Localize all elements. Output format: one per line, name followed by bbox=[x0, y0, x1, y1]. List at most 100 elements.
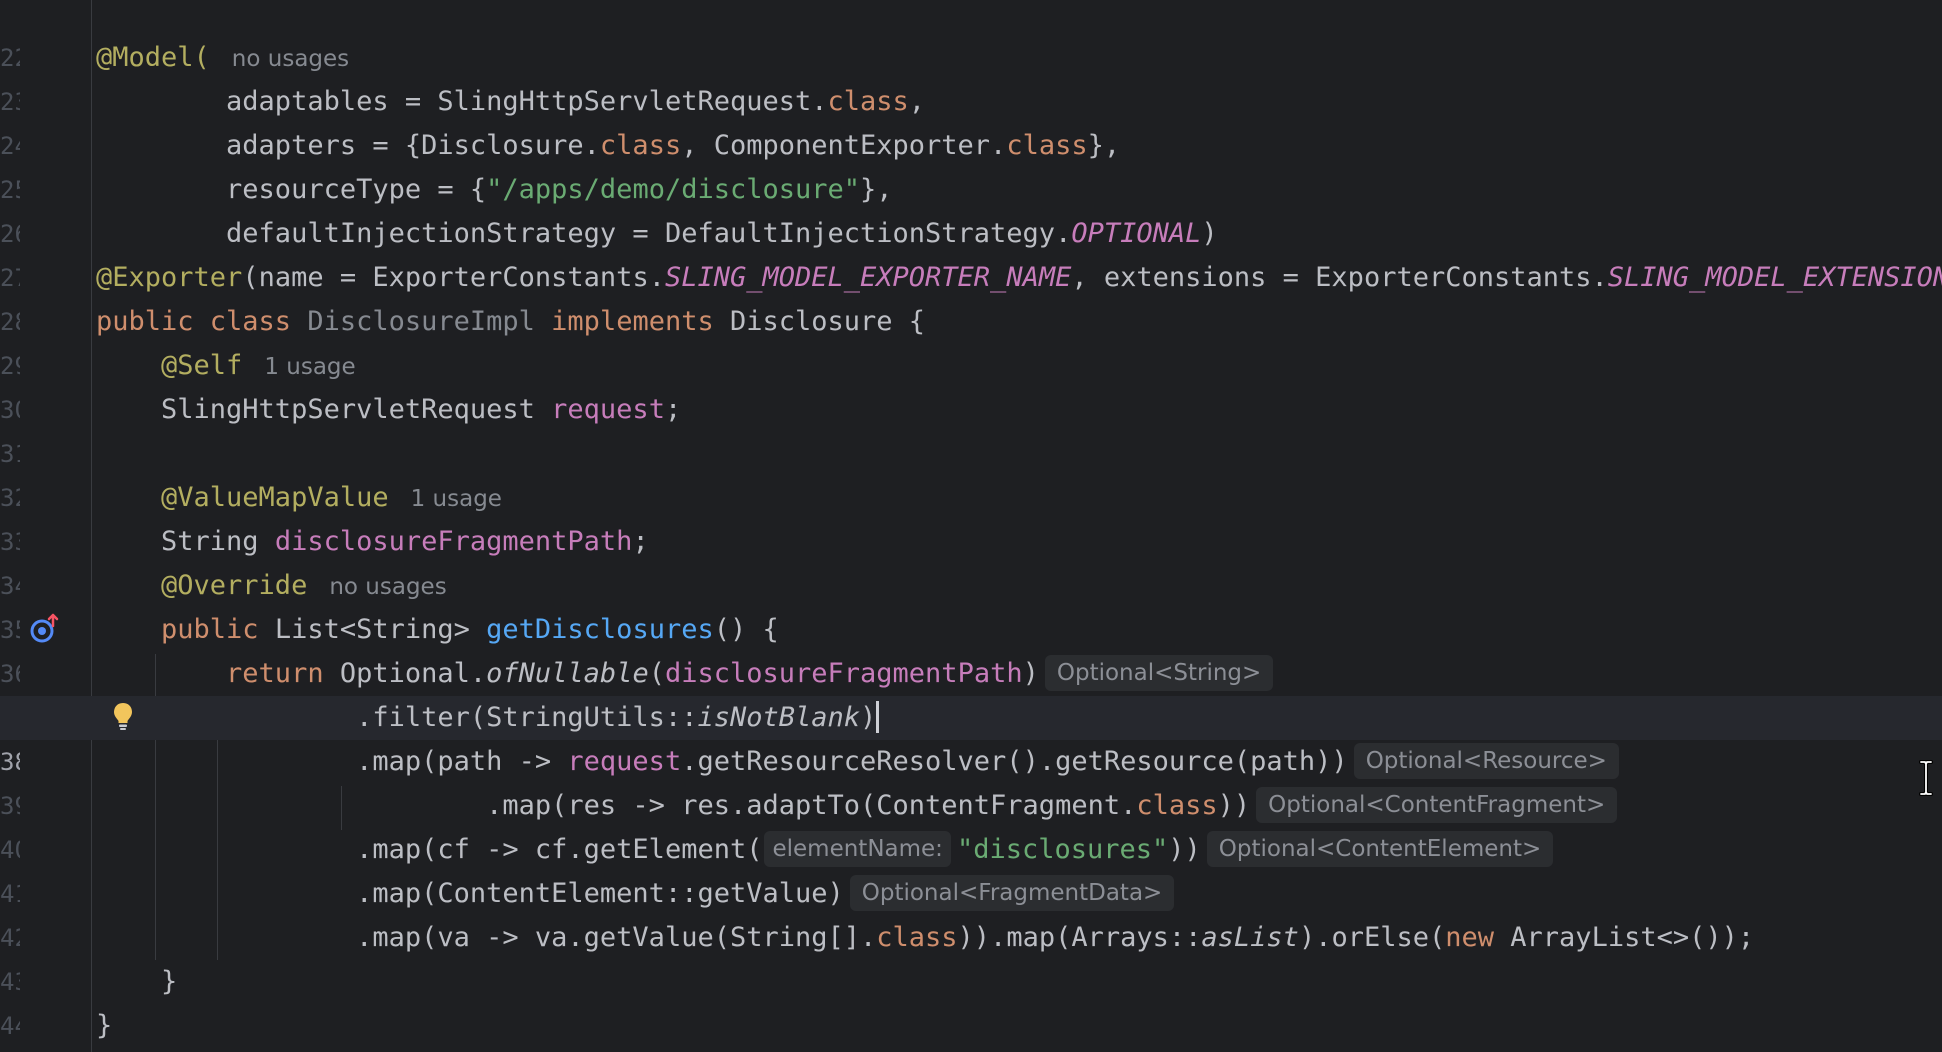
parameter-hint[interactable]: elementName: bbox=[764, 830, 951, 867]
code-line[interactable]: 43 .map(va -> va.getValue(String[].class… bbox=[0, 916, 1942, 996]
code-text: (name = ExporterConstants. bbox=[242, 262, 665, 293]
line-content: defaultInjectionStrategy = DefaultInject… bbox=[96, 212, 1218, 256]
code-text: ; bbox=[664, 394, 682, 425]
keyword: public class bbox=[96, 306, 292, 337]
annotation-valuemapvalue: @ValueMapValue bbox=[96, 482, 389, 513]
line-content: .map(cf -> cf.getElement(elementName: "di… bbox=[96, 828, 1554, 872]
code-text: } bbox=[96, 966, 178, 997]
code-text: )).map(Arrays:: bbox=[957, 922, 1202, 953]
code-line[interactable]: 29 public class DisclosureImpl implement… bbox=[0, 300, 1942, 380]
type-hint[interactable]: Optional<String> bbox=[1044, 654, 1274, 691]
code-line[interactable]: 26 resourceType = {"/apps/demo/disclosur… bbox=[0, 168, 1942, 248]
usage-hint[interactable]: no usages bbox=[329, 574, 446, 600]
usage-hint[interactable]: no usages bbox=[232, 46, 349, 72]
code-text: defaultInjectionStrategy = DefaultInject… bbox=[96, 218, 1072, 249]
code-text: .map(path -> bbox=[96, 746, 568, 777]
code-text: }, bbox=[860, 174, 893, 205]
line-content: .map(ContentElement::getValue) Optional<F… bbox=[96, 872, 1175, 916]
keyword: public bbox=[96, 614, 259, 645]
code-line[interactable]: 31 SlingHttpServletRequest request; bbox=[0, 388, 1942, 468]
code-text: List<String> bbox=[258, 614, 487, 645]
method-reference: asList bbox=[1201, 922, 1299, 953]
code-text: ) bbox=[1201, 218, 1218, 249]
code-text: ) bbox=[1022, 658, 1039, 689]
annotation-model: @Model( bbox=[96, 42, 210, 73]
constant: SLING_MODEL_EXPORTER_NAME bbox=[664, 262, 1072, 293]
string-literal: "/apps/demo/disclosure" bbox=[486, 174, 861, 205]
code-text: ).orElse( bbox=[1298, 922, 1446, 953]
line-content: resourceType = {"/apps/demo/disclosure"}… bbox=[96, 168, 893, 212]
code-line[interactable]: 30 @Self1 usage bbox=[0, 344, 1942, 424]
line-content: @ValueMapValue 1 usage bbox=[96, 476, 502, 521]
field: disclosureFragmentPath bbox=[274, 526, 633, 557]
code-text: , ComponentExporter. bbox=[681, 130, 1007, 161]
keyword: class bbox=[599, 130, 682, 161]
line-content: .map(va -> va.getValue(String[].class)).… bbox=[96, 916, 1754, 960]
code-line[interactable]: 28 @Exporter(name = ExporterConstants.SL… bbox=[0, 256, 1942, 336]
line-content: @Self 1 usage bbox=[96, 344, 356, 389]
type-hint[interactable]: Optional<ContentElement> bbox=[1206, 830, 1554, 867]
keyword: class bbox=[827, 86, 909, 117]
static-method: ofNullable bbox=[486, 658, 649, 689]
code-text: adaptables = SlingHttpServletRequest. bbox=[96, 86, 828, 117]
code-line[interactable]: 32 bbox=[0, 432, 1942, 512]
annotation-override: @Override bbox=[96, 570, 308, 601]
code-line[interactable]: 40 .map(res -> res.adaptTo(ContentFragme… bbox=[0, 784, 1942, 864]
line-content: public class DisclosureImpl implements D… bbox=[96, 300, 925, 344]
code-line[interactable]: 24 adaptables = SlingHttpServletRequest.… bbox=[0, 80, 1942, 160]
code-line[interactable]: 34 String disclosureFragmentPath; bbox=[0, 520, 1942, 600]
code-text: .map(res -> res.adaptTo(ContentFragment. bbox=[96, 790, 1137, 821]
keyword: new bbox=[1445, 922, 1495, 953]
text-caret bbox=[876, 700, 880, 733]
code-line[interactable]: 22 bbox=[0, 0, 1942, 72]
type-hint[interactable]: Optional<ContentFragment> bbox=[1256, 786, 1618, 823]
method-name: getDisclosures bbox=[486, 614, 714, 645]
line-content: .filter(StringUtils::isNotBlank) bbox=[96, 696, 880, 740]
code-text: Disclosure { bbox=[713, 306, 926, 337]
usage-hint[interactable]: 1 usage bbox=[411, 486, 502, 512]
code-text: )) bbox=[1168, 834, 1201, 865]
line-content: .map(res -> res.adaptTo(ContentFragment.… bbox=[96, 784, 1618, 828]
code-line[interactable]: 42 .map(ContentElement::getValue)Optiona… bbox=[0, 872, 1942, 952]
code-line[interactable]: 25 adapters = {Disclosure.class, Compone… bbox=[0, 124, 1942, 204]
implementing-method-icon[interactable] bbox=[28, 612, 62, 646]
code-text: )) bbox=[1217, 790, 1251, 821]
code-line[interactable]: 23 @Model(no usages bbox=[0, 36, 1942, 116]
line-content: @Exporter(name = ExporterConstants.SLING… bbox=[96, 256, 1942, 300]
line-number: 45 bbox=[0, 1048, 20, 1052]
annotation-self: @Self bbox=[96, 350, 243, 381]
keyword: class bbox=[1006, 130, 1088, 161]
code-line[interactable]: 33 @ValueMapValue1 usage bbox=[0, 476, 1942, 556]
code-line[interactable]: 44 } bbox=[0, 960, 1942, 1040]
field: request bbox=[551, 394, 665, 425]
type-hint[interactable]: Optional<Resource> bbox=[1353, 742, 1619, 779]
code-line[interactable]: 37 return Optional.ofNullable(disclosure… bbox=[0, 652, 1942, 732]
code-text: Optional. bbox=[323, 658, 487, 689]
line-content: } bbox=[96, 1004, 112, 1048]
keyword: return bbox=[96, 658, 324, 689]
line-content: SlingHttpServletRequest request; bbox=[96, 388, 681, 432]
code-line[interactable]: 35 @Overrideno usages bbox=[0, 564, 1942, 644]
code-line[interactable]: 36 public List<String> getDisclosures() … bbox=[0, 608, 1942, 688]
code-line[interactable]: 39 .map(path -> request.getResourceResol… bbox=[0, 740, 1942, 820]
line-content: adapters = {Disclosure.class, ComponentE… bbox=[96, 124, 1120, 168]
lightbulb-icon[interactable] bbox=[112, 701, 134, 731]
code-line[interactable]: 27 defaultInjectionStrategy = DefaultInj… bbox=[0, 212, 1942, 292]
code-line[interactable]: 45 } bbox=[0, 1004, 1942, 1048]
string-literal: "disclosures" bbox=[956, 834, 1169, 865]
code-line[interactable]: 41 .map(cf -> cf.getElement(elementName:… bbox=[0, 828, 1942, 908]
code-line-current[interactable]: 38 .filter(StringUtils::isNotBlank) bbox=[0, 696, 1942, 776]
line-content: @Model( no usages bbox=[96, 36, 349, 81]
code-text: () { bbox=[713, 614, 779, 645]
usage-hint[interactable]: 1 usage bbox=[264, 354, 355, 380]
field: request bbox=[567, 746, 682, 777]
code-text: String bbox=[96, 526, 275, 557]
code-text: ; bbox=[632, 526, 649, 557]
type-hint[interactable]: Optional<FragmentData> bbox=[849, 874, 1175, 911]
text-cursor-icon bbox=[1919, 760, 1933, 796]
line-content: @Override no usages bbox=[96, 564, 447, 609]
code-text: .map(cf -> cf.getElement( bbox=[96, 834, 763, 865]
keyword: class bbox=[1136, 790, 1218, 821]
code-text: }, bbox=[1087, 130, 1121, 161]
code-editor[interactable]: 22 23 @Model(no usages 24 adaptables = S… bbox=[0, 0, 1942, 1052]
